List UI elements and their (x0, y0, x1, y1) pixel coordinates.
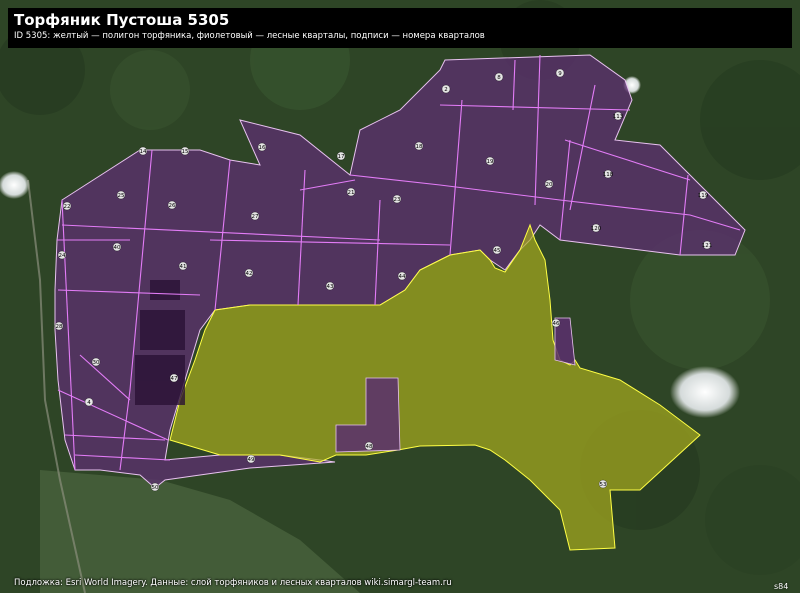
map-canvas[interactable]: 2 8 9 113 14 15 16 17 18 19 20 21 22 23 … (0, 0, 800, 593)
cloud (670, 366, 740, 418)
svg-text:20: 20 (546, 182, 553, 188)
svg-text:119: 119 (698, 193, 709, 199)
svg-text:30: 30 (93, 360, 100, 366)
svg-text:27: 27 (252, 214, 259, 220)
svg-text:44: 44 (399, 274, 406, 280)
svg-text:42: 42 (246, 271, 253, 277)
svg-text:118: 118 (603, 172, 614, 178)
svg-text:21: 21 (348, 190, 355, 196)
svg-text:22: 22 (64, 204, 71, 210)
svg-text:43: 43 (327, 284, 334, 290)
svg-text:28: 28 (56, 324, 63, 330)
svg-text:24: 24 (59, 253, 66, 259)
svg-text:49: 49 (248, 457, 255, 463)
svg-text:19: 19 (487, 159, 494, 165)
svg-text:16: 16 (259, 145, 266, 151)
corner-label: s84 (774, 582, 789, 591)
svg-text:46: 46 (553, 321, 560, 327)
svg-text:113: 113 (613, 114, 624, 120)
svg-text:121: 121 (702, 243, 713, 249)
svg-text:45: 45 (494, 248, 501, 254)
satellite-map: 2 8 9 113 14 15 16 17 18 19 20 21 22 23 … (0, 0, 800, 593)
svg-text:47: 47 (171, 376, 178, 382)
svg-text:8: 8 (497, 75, 501, 81)
map-title: Торфяник Пустоша 5305 (14, 11, 230, 29)
svg-text:17: 17 (338, 154, 345, 160)
svg-text:9: 9 (558, 71, 562, 77)
svg-text:26: 26 (169, 203, 176, 209)
svg-text:50: 50 (152, 485, 159, 491)
svg-text:25: 25 (118, 193, 125, 199)
svg-text:4: 4 (87, 400, 91, 406)
svg-text:15: 15 (182, 149, 189, 155)
svg-text:41: 41 (180, 264, 187, 270)
map-attribution: Подложка: Esri World Imagery. Данные: сл… (14, 578, 452, 588)
svg-text:53: 53 (600, 482, 607, 488)
svg-text:14: 14 (140, 149, 147, 155)
svg-text:40: 40 (114, 245, 121, 251)
svg-text:23: 23 (394, 197, 401, 203)
title-panel: Торфяник Пустоша 5305 ID 5305: желтый — … (8, 8, 792, 48)
svg-text:120: 120 (591, 226, 602, 232)
svg-text:18: 18 (416, 144, 423, 150)
svg-text:2: 2 (444, 87, 448, 93)
map-subtitle: ID 5305: желтый — полигон торфяника, фио… (14, 31, 485, 41)
svg-text:48: 48 (366, 444, 373, 450)
